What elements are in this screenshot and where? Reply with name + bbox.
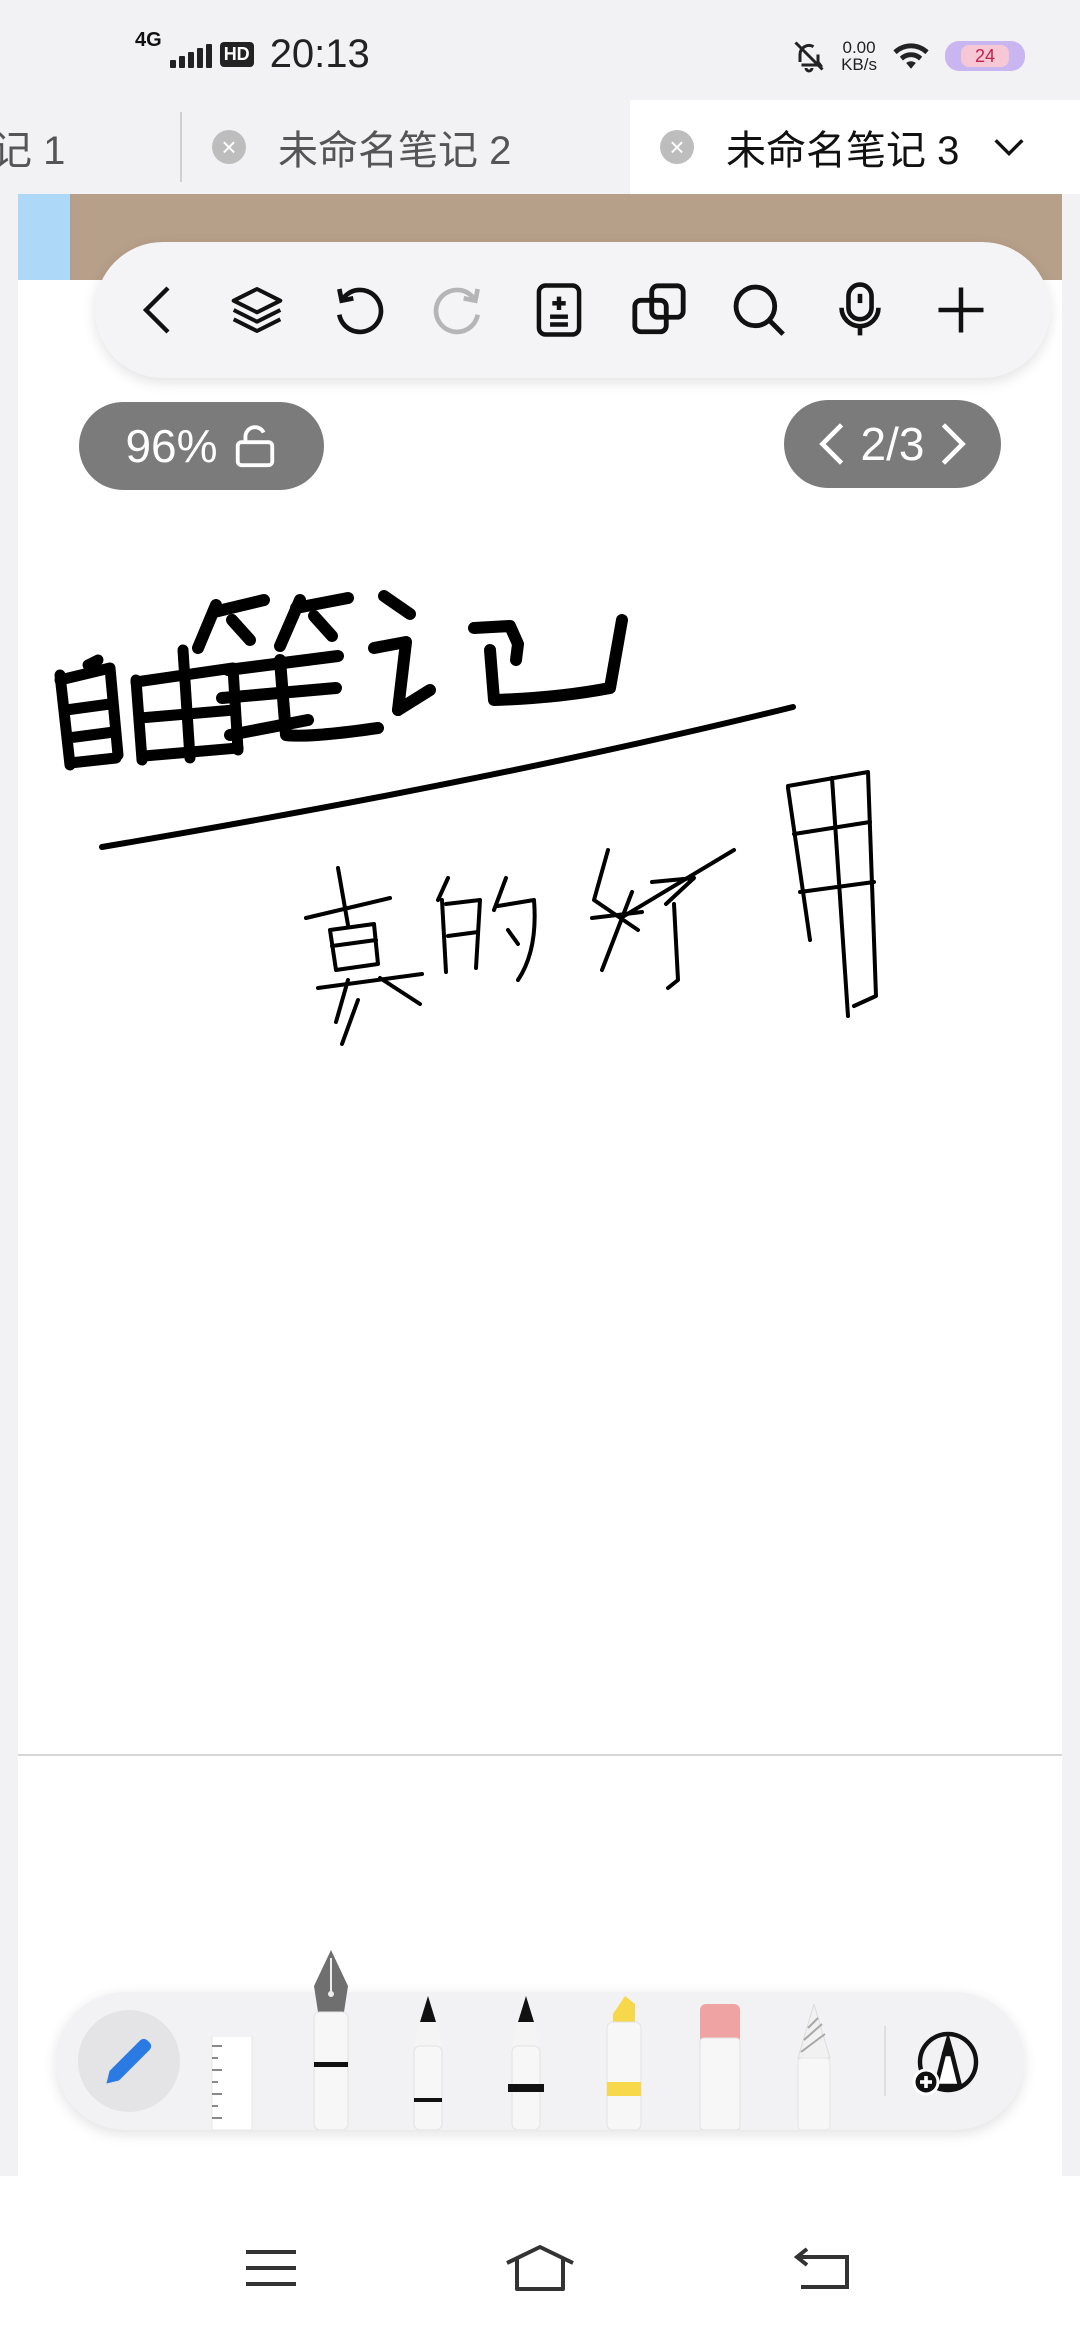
page-indicator: 2/3 [784, 400, 1001, 488]
speed-unit: KB/s [841, 55, 877, 74]
close-icon[interactable]: × [660, 130, 694, 164]
chevron-left-icon[interactable] [817, 421, 847, 467]
network-type: 4G [135, 29, 162, 51]
home-icon [506, 2245, 574, 2291]
add-icon [938, 287, 984, 333]
layers-button[interactable] [223, 276, 291, 344]
menu-icon [246, 2250, 296, 2286]
signal-icon [169, 42, 212, 68]
voice-button[interactable] [826, 276, 894, 344]
highlighter-tool[interactable] [599, 1996, 647, 2130]
handwriting-drawing[interactable] [18, 560, 1062, 1080]
mute-bell-icon [794, 41, 824, 73]
page-cover-tab [18, 194, 70, 280]
battery-level: 24 [974, 45, 996, 66]
insert-page-button[interactable] [525, 276, 593, 344]
network-speed: 0.00 KB/s [841, 39, 877, 73]
system-nav-bar [0, 2176, 1080, 2340]
chevron-down-icon[interactable] [989, 127, 1029, 167]
page-number: 2/3 [860, 418, 925, 470]
pencil-tool[interactable] [790, 2004, 838, 2130]
search-icon [733, 284, 785, 336]
tab-note-1[interactable]: 记 1 [0, 100, 180, 194]
zoom-indicator[interactable]: 96% [79, 402, 324, 490]
back-button[interactable] [123, 276, 191, 344]
back-nav-button[interactable] [778, 2238, 868, 2298]
clock: 20:13 [269, 32, 370, 76]
search-button[interactable] [725, 276, 793, 344]
layers-icon [231, 287, 283, 333]
status-right: 0.00 KB/s 24 [791, 38, 1025, 74]
copy-button[interactable] [625, 276, 693, 344]
battery-indicator: 24 [945, 41, 1025, 71]
speed-value: 0.00 [842, 38, 876, 57]
tab-note-3[interactable]: × 未命名笔记 3 [630, 100, 1080, 194]
back-icon [142, 286, 170, 334]
pen-settings-icon [912, 2031, 979, 2096]
pen-mode-button[interactable] [78, 2010, 180, 2112]
status-left: 4G HD 20:13 [135, 29, 370, 77]
toolbar-divider [884, 2026, 886, 2096]
zoom-level: 96% [125, 420, 218, 472]
status-bar: 4G HD 20:13 0.00 KB/s 24 [0, 0, 1080, 100]
undo-button[interactable] [324, 276, 392, 344]
return-icon [793, 2247, 849, 2289]
ballpoint-pen-tool[interactable] [406, 1996, 450, 2130]
fountain-pen-tool[interactable] [306, 1950, 356, 2130]
close-icon[interactable]: × [212, 130, 246, 164]
undo-icon [337, 287, 384, 335]
marker-pen-tool[interactable] [502, 1996, 550, 2130]
tab-label: 未命名笔记 2 [278, 129, 512, 173]
pen-toolbar [56, 1950, 1024, 2130]
redo-button[interactable] [425, 276, 493, 344]
eraser-tool[interactable] [694, 2004, 744, 2130]
chevron-right-icon[interactable] [938, 421, 968, 467]
page-add-icon [536, 283, 582, 337]
tab-bar: 记 1 × 未命名笔记 2 × 未命名笔记 3 [0, 100, 1080, 194]
hd-badge: HD [219, 42, 254, 67]
copy-icon [632, 283, 686, 335]
add-button[interactable] [927, 276, 995, 344]
tab-label: 未命名笔记 3 [726, 129, 960, 173]
tab-label: 记 1 [0, 129, 66, 173]
redo-icon [433, 287, 480, 335]
unlock-icon[interactable] [232, 423, 278, 469]
tab-note-2[interactable]: × 未命名笔记 2 [182, 100, 630, 194]
wifi-icon [893, 43, 929, 69]
menu-button[interactable] [226, 2238, 316, 2298]
ruler-tool[interactable] [206, 2036, 256, 2130]
microphone-icon [839, 282, 881, 336]
home-button[interactable] [495, 2238, 585, 2298]
pencil-icon [106, 2038, 152, 2084]
more-tools-button[interactable] [908, 2026, 980, 2098]
note-toolbar [95, 242, 1050, 378]
